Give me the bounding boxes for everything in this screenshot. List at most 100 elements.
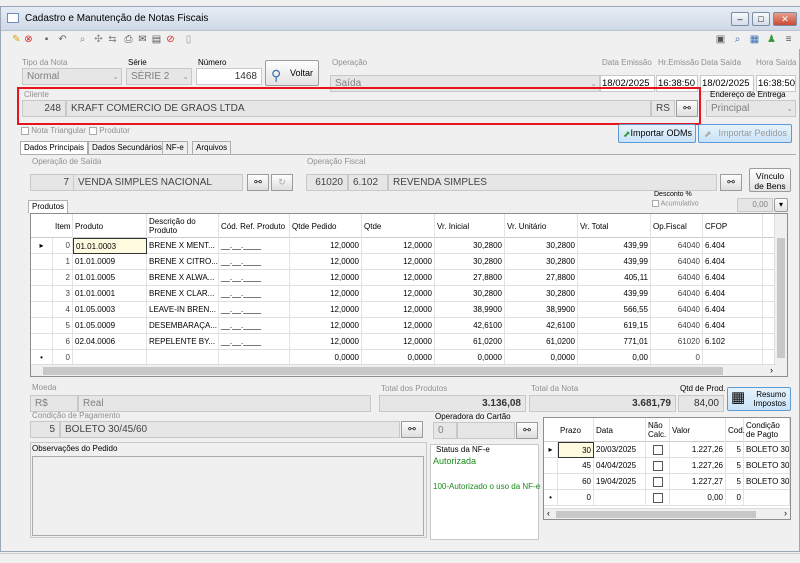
parcelas-col-header[interactable]: Data [594, 418, 646, 442]
nao-calc-checkbox[interactable] [652, 476, 663, 487]
grid-cell[interactable]: 01.05.0003 [73, 302, 147, 318]
tab-arquivos[interactable]: Arquivos [192, 141, 232, 154]
grid-cell[interactable]: 6.102 [703, 334, 763, 350]
grid-cell[interactable]: 19/04/2025 [594, 474, 646, 490]
cartao-search-button[interactable]: ⚯ [516, 422, 538, 439]
grid-cell[interactable]: __.__.____ [219, 270, 290, 286]
produtos-col-header[interactable]: Cód. Ref. Produto [219, 214, 290, 238]
vinculo-button[interactable]: Vínculo de Bens [749, 168, 791, 192]
grid-cell[interactable]: 0,00 [670, 490, 726, 506]
document-icon[interactable]: ▤ [151, 34, 162, 45]
pagamento-nome[interactable]: BOLETO 30/45/60 [60, 421, 400, 438]
grid-cell[interactable]: 771,01 [578, 334, 651, 350]
grid-cell[interactable]: 439,99 [578, 238, 651, 254]
numero-input[interactable]: 1468 [196, 68, 262, 85]
grid-cell[interactable]: 6.404 [703, 302, 763, 318]
grid-cell[interactable]: 38,9900 [505, 302, 578, 318]
grid-cell[interactable]: 30,2800 [505, 286, 578, 302]
grid-cell[interactable] [646, 490, 670, 506]
tipo-select[interactable]: Normal ⌄ [22, 68, 122, 85]
table-row[interactable]: 3 01.01.0001 BRENE X CLAR... __.__.____ 12,0… [31, 286, 776, 302]
grid-cell[interactable]: 6.404 [703, 270, 763, 286]
grid-cell[interactable]: 01.01.0005 [73, 270, 147, 286]
grid-cell[interactable]: 5 [726, 474, 744, 490]
table-row[interactable]: ▸ 0 01.01.0003 BRENE X MENT... __.__.____ 12,… [31, 238, 776, 254]
produtor-checkbox[interactable]: Produtor [89, 126, 130, 135]
grid-cell[interactable]: 02.04.0006 [73, 334, 147, 350]
grid-cell[interactable]: 12,0000 [362, 254, 435, 270]
grid-cell[interactable]: BRENE X MENT... [147, 238, 219, 254]
parcela-row[interactable]: 45 04/04/2025 1.227,26 5 BOLETO 30 [544, 458, 790, 474]
op-fiscal-codigo[interactable]: 61020 [306, 174, 348, 191]
grid-cell[interactable]: 12,0000 [290, 254, 362, 270]
grid-cell[interactable]: 1 [53, 254, 73, 270]
nao-calc-checkbox[interactable] [652, 492, 663, 503]
grid-cell[interactable]: 5 [726, 442, 744, 458]
table-row[interactable]: 6 02.04.0006 REPELENTE BY... __.__.____ 12,0… [31, 334, 776, 350]
tools-icon[interactable]: ✣ [93, 34, 104, 45]
grid-cell[interactable]: 42,6100 [435, 318, 505, 334]
entrega-select[interactable]: Principal ⌄ [706, 100, 796, 117]
grid-cell[interactable] [646, 474, 670, 490]
acumulativo-check[interactable] [652, 200, 659, 207]
parcela-row[interactable]: ▸ 30 20/03/2025 1.227,26 5 BOLETO 30 [544, 442, 790, 458]
email-icon[interactable]: ✉ [137, 34, 148, 45]
voltar-button[interactable]: ⚲ Voltar [265, 60, 319, 86]
grid-cell[interactable]: 6.404 [703, 254, 763, 270]
grid-cell[interactable]: 64040 [651, 286, 703, 302]
grid-cell[interactable]: 12,0000 [290, 334, 362, 350]
cliente-search-button[interactable]: ⚯ [676, 100, 698, 117]
tab-produtos[interactable]: Produtos [28, 200, 69, 213]
parcela-row[interactable]: 60 19/04/2025 1.227,27 5 BOLETO 30 [544, 474, 790, 490]
grid-cell[interactable]: 12,0000 [362, 286, 435, 302]
grid-cell[interactable]: 566,55 [578, 302, 651, 318]
grid-cell[interactable]: 30,2800 [505, 238, 578, 254]
grid-cell[interactable]: 6.404 [703, 318, 763, 334]
grid-cell[interactable]: 439,99 [578, 254, 651, 270]
new-icon[interactable]: ✎ [11, 34, 22, 45]
grid-cell[interactable]: 38,9900 [435, 302, 505, 318]
op-saida-nome[interactable]: VENDA SIMPLES NACIONAL [73, 174, 243, 191]
grid-cell[interactable]: BRENE X ALWA... [147, 270, 219, 286]
grid-cell[interactable]: 30 [558, 442, 594, 458]
zoom-icon[interactable]: ⌕ [732, 34, 743, 45]
grid-cell[interactable]: 5 [53, 318, 73, 334]
close-button[interactable]: ✕ [773, 12, 797, 26]
grid-cell[interactable]: 1.227,27 [670, 474, 726, 490]
op-fiscal-search-button[interactable]: ⚯ [720, 174, 742, 191]
link-icon[interactable]: ⇆ [107, 34, 118, 45]
undo-icon[interactable]: ↶ [57, 34, 68, 45]
grid-cell[interactable]: __.__.____ [219, 318, 290, 334]
grid-cell[interactable]: 12,0000 [290, 270, 362, 286]
parcelas-col-header[interactable]: Valor [670, 418, 726, 442]
parcelas-col-header[interactable]: Cod. [726, 418, 745, 442]
chevron-left-icon[interactable]: ‹ [547, 508, 550, 518]
resumo-impostos-button[interactable]: ▦ Resumo Impostos [727, 387, 791, 411]
grid-cell[interactable]: 4 [53, 302, 73, 318]
grid-cell[interactable]: 60 [558, 474, 594, 490]
grid-cell[interactable]: 01.01.0003 [73, 238, 147, 254]
grid-cell[interactable]: 64040 [651, 302, 703, 318]
grid-cell[interactable]: 12,0000 [290, 302, 362, 318]
pagamento-search-button[interactable]: ⚯ [401, 421, 423, 438]
grid-vscrollbar[interactable] [774, 214, 787, 376]
parcela-row[interactable]: • 0 0,00 0 [544, 490, 790, 506]
grid-cell[interactable]: 30,2800 [435, 238, 505, 254]
triangular-check[interactable] [21, 126, 29, 135]
grid-cell[interactable] [594, 490, 646, 506]
layout-icon[interactable]: ▣ [715, 34, 726, 45]
grid-cell[interactable]: LEAVE-IN BREN... [147, 302, 219, 318]
cartao-nome[interactable] [457, 422, 515, 439]
importar-odms-button[interactable]: ⬈ Importar ODMs [618, 124, 696, 143]
observacoes-textarea[interactable] [32, 456, 424, 536]
cliente-nome[interactable]: KRAFT COMERCIO DE GRAOS LTDA [66, 100, 651, 117]
produtos-col-header[interactable]: Item [53, 214, 73, 238]
grid-cell[interactable] [646, 442, 670, 458]
grid-cell[interactable]: BRENE X CITRO... [147, 254, 219, 270]
grid-cell[interactable]: 6 [53, 334, 73, 350]
chevron-right-icon[interactable]: › [770, 365, 773, 375]
table-row[interactable]: 4 01.05.0003 LEAVE-IN BREN... __.__.____ 12,… [31, 302, 776, 318]
grid-cell[interactable]: 12,0000 [290, 286, 362, 302]
parcelas-hscrollbar[interactable]: ‹ › [544, 508, 790, 519]
produtos-col-header[interactable]: Vr. Unitário [505, 214, 578, 238]
